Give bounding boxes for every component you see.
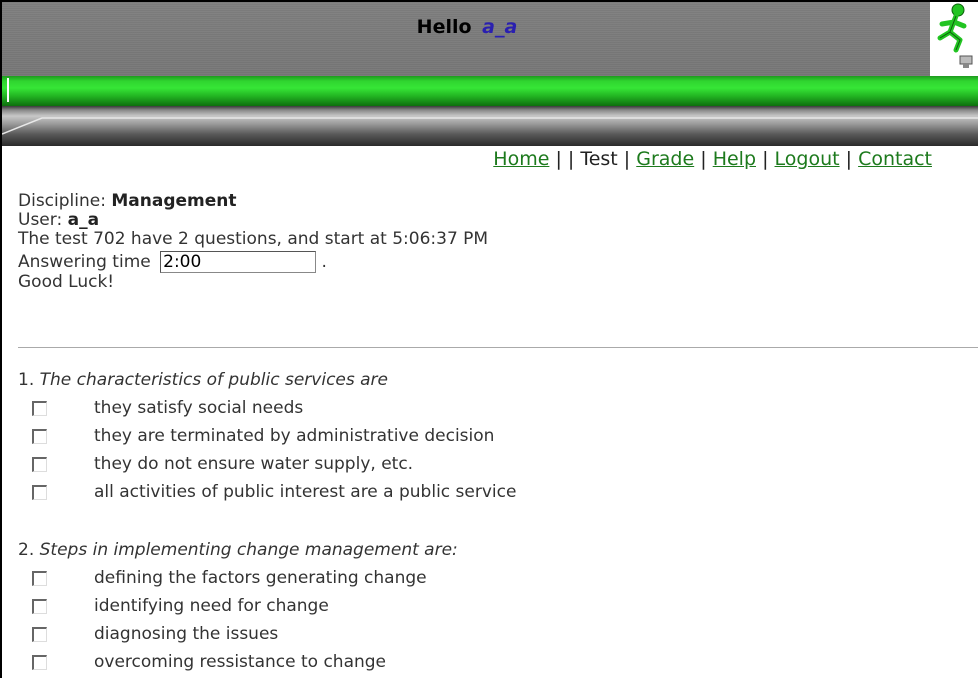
answer-time-row: Answering time . [18,251,488,273]
answer-option: they are terminated by administrative de… [18,422,494,450]
answer-option: they satisfy social needs [18,394,388,422]
answer-option: they do not ensure water supply, etc. [18,450,413,478]
greeting: Hello a_a [2,16,932,38]
logo [930,2,978,76]
question-number: 2. [18,540,35,560]
test-info: Discipline: Management User: a_a The tes… [18,192,488,292]
answer-checkbox[interactable] [32,571,47,586]
answer-label: identifying need for change [94,596,329,616]
greeting-text: Hello [416,16,472,38]
question-text: The characteristics of public services a… [39,370,389,390]
answer-option: overcoming ressistance to change [18,648,458,676]
silver-bar [2,106,978,146]
nav-help-link[interactable]: Help [713,148,756,170]
answer-label: they satisfy social needs [94,398,304,418]
question-2: 2. Steps in implementing change manageme… [18,536,458,676]
header-banner: Hello a_a [2,2,978,146]
answer-option: diagnosing the issues [18,620,458,648]
app-frame: Hello a_a Home | | Test | Grade | Help |… [0,0,978,678]
test-summary: The test 702 have 2 questions, and start… [18,229,489,249]
answer-label: they do not ensure water supply, etc. [94,454,414,474]
answer-checkbox[interactable] [32,627,47,642]
discipline-row: Discipline: Management [18,191,237,211]
answer-checkbox[interactable] [32,599,47,614]
answer-checkbox[interactable] [32,429,47,444]
question-text: Steps in implementing change management … [39,540,458,560]
answer-time-label: Answering time [18,252,151,272]
nav-home-link[interactable]: Home [493,148,549,170]
good-luck-text: Good Luck! [18,272,115,292]
green-bar [2,76,978,106]
discipline-value: Management [111,191,237,211]
answer-label: they are terminated by administrative de… [94,426,495,446]
answer-label: diagnosing the issues [94,624,279,644]
nav-contact-link[interactable]: Contact [858,148,932,170]
answer-option: defining the factors generating change [18,564,458,592]
answer-checkbox[interactable] [32,655,47,670]
answer-option: identifying need for change [18,592,458,620]
divider [18,347,978,348]
answer-time-field[interactable] [160,251,317,273]
answer-label: overcoming ressistance to change [94,652,387,672]
nav-logout-link[interactable]: Logout [775,148,840,170]
greeting-username: a_a [482,16,518,38]
answer-option: all activities of public interest are a … [18,478,516,506]
question-1: 1. The characteristics of public service… [18,366,516,506]
answer-checkbox[interactable] [32,485,47,500]
user-value: a_a [67,210,100,230]
answer-checkbox[interactable] [32,457,47,472]
answer-label: all activities of public interest are a … [94,482,517,502]
answer-checkbox[interactable] [32,401,47,416]
user-row: User: a_a [18,210,100,230]
question-number: 1. [18,370,35,390]
answer-label: defining the factors generating change [94,568,427,588]
nav-bar: Home | | Test | Grade | Help | Logout | … [493,148,932,170]
nav-grade-link[interactable]: Grade [636,148,694,170]
running-man-icon [937,3,973,68]
nav-test: Test [580,148,618,170]
